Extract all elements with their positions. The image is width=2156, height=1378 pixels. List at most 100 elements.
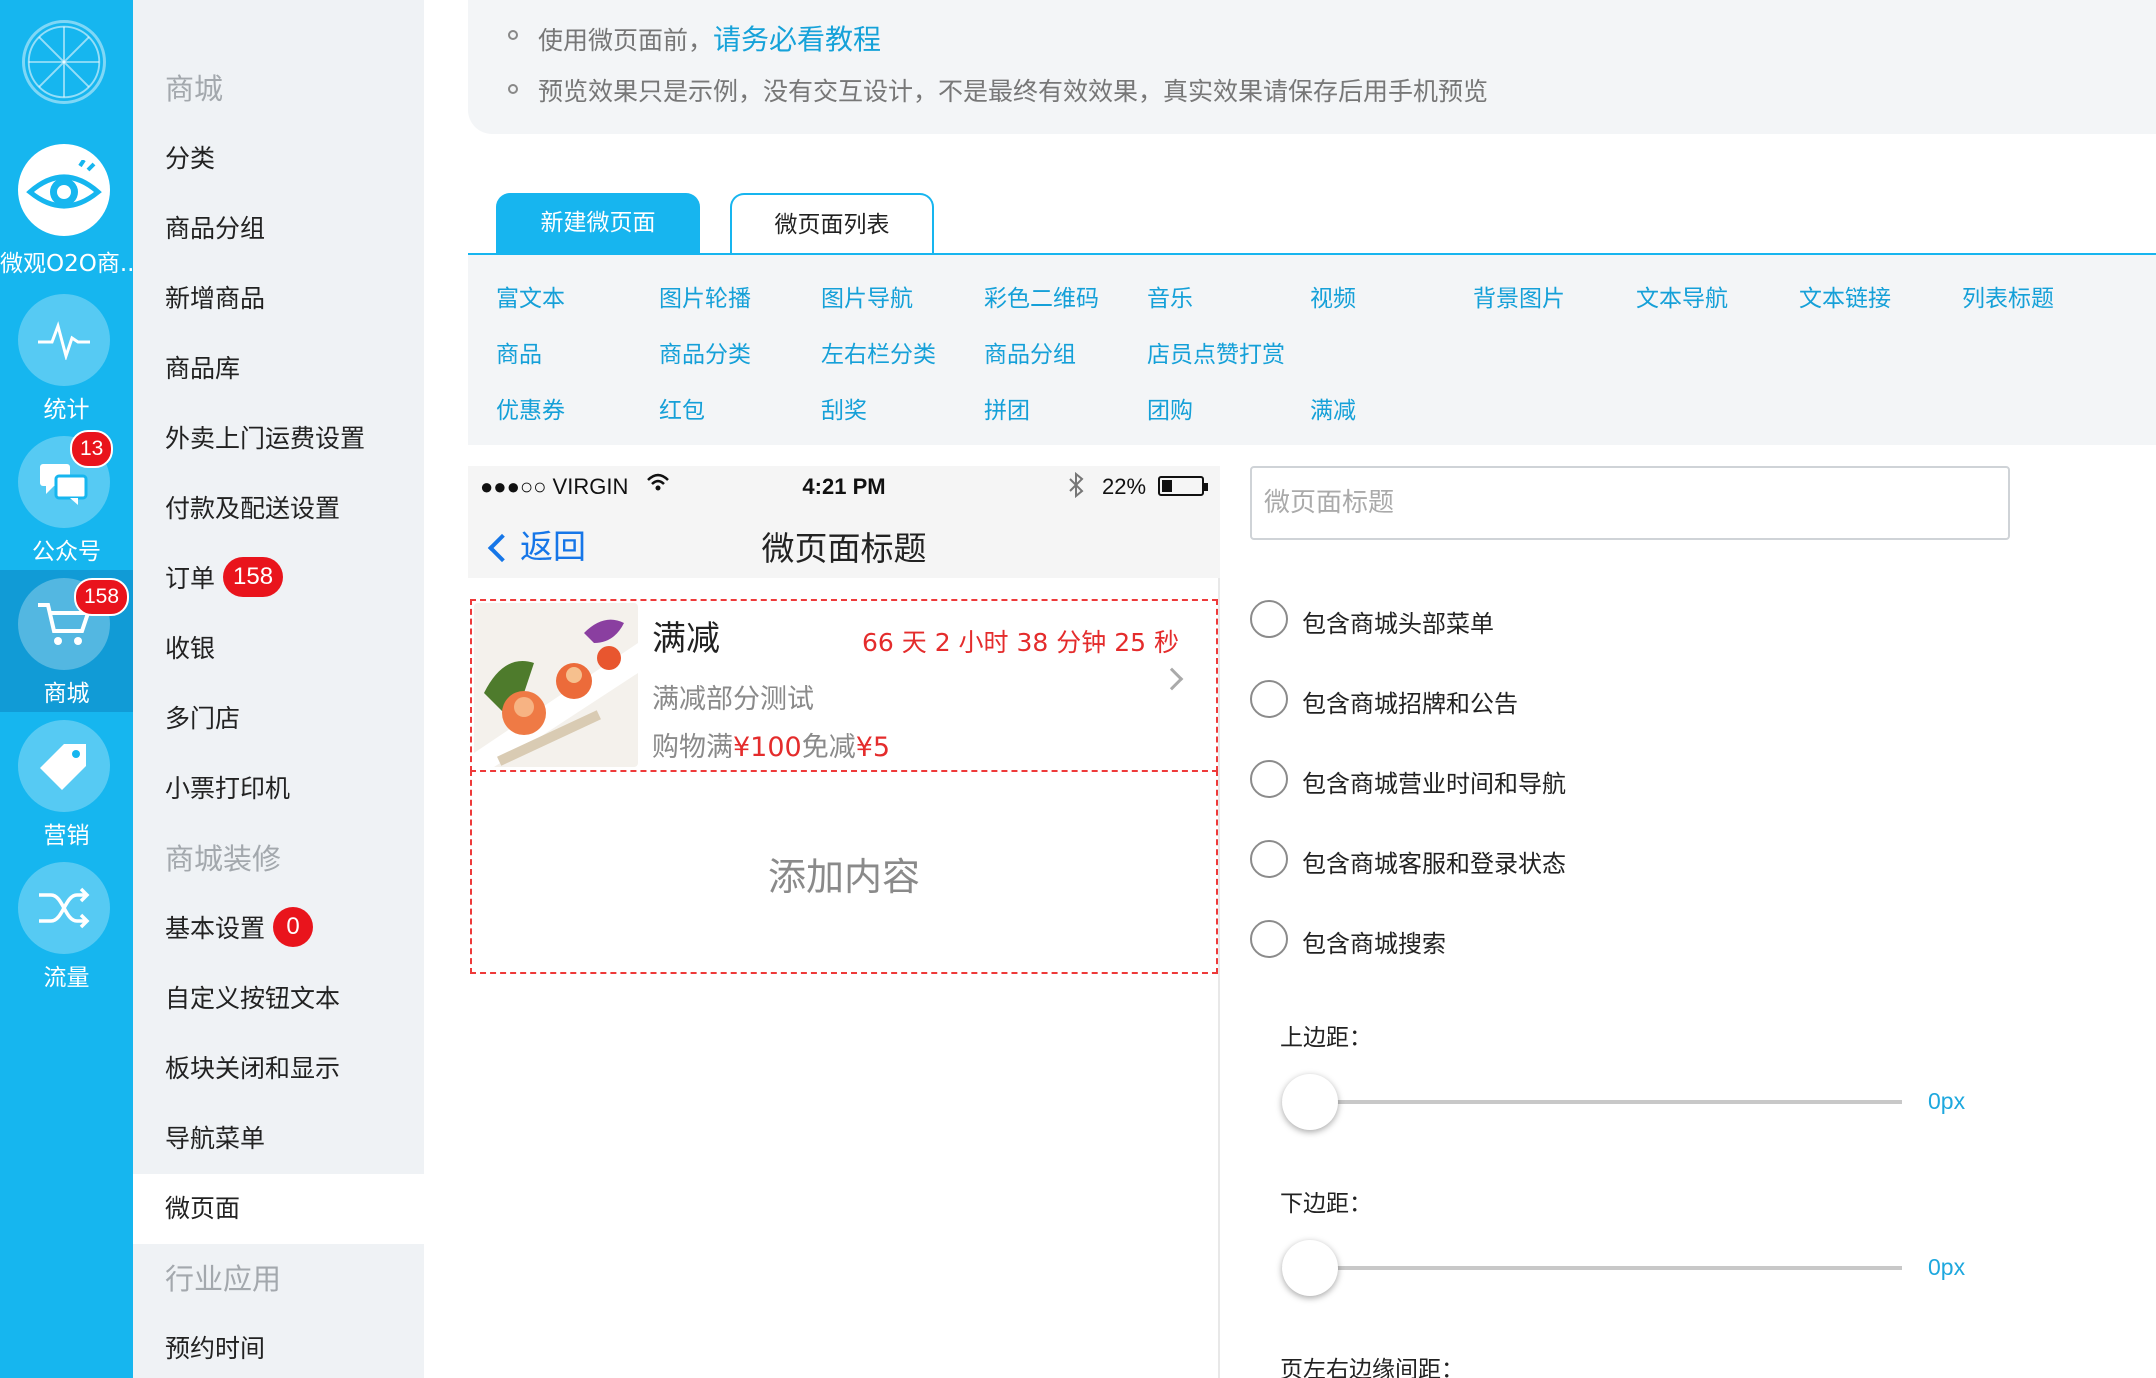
tab-micro-page-list[interactable]: 微页面列表: [730, 193, 934, 255]
top-margin-value: 0px: [1928, 1088, 1966, 1114]
order-count-badge: 158: [223, 557, 284, 597]
notification-badge: 13: [70, 430, 114, 468]
pulse-icon: [18, 294, 110, 386]
phone-status-bar: ●●●○○ VIRGIN 4:21 PM 22%: [468, 466, 1220, 508]
widget-scratch-card[interactable]: 刮奖: [821, 391, 867, 425]
card-title: 满减: [652, 619, 720, 659]
widget-product-group[interactable]: 商品分组: [984, 335, 1076, 369]
bluetooth-icon: [1068, 471, 1084, 504]
menu-item-cashier[interactable]: 收银: [133, 614, 424, 684]
widget-full-reduction[interactable]: 满减: [1310, 391, 1356, 425]
mall-menu: 商城 分类 商品分组 新增商品 商品库 外卖上门运费设置 付款及配送设置 订单 1…: [133, 0, 424, 1378]
food-thumbnail: [474, 603, 638, 767]
rail-label: 流量: [43, 965, 90, 991]
option-label: 包含商城头部菜单: [1302, 610, 1494, 638]
widget-list-title[interactable]: 列表标题: [1962, 279, 2054, 313]
battery-percent: 22%: [1102, 474, 1147, 499]
rail-label: 微观O2O商...: [0, 251, 133, 277]
bottom-margin-slider-handle[interactable]: [1282, 1240, 1338, 1296]
menu-item-receipt-printer[interactable]: 小票打印机: [133, 754, 424, 824]
menu-item-custom-button-text[interactable]: 自定义按钮文本: [133, 964, 424, 1034]
offer-text: 购物满¥100免减¥5: [652, 725, 890, 764]
full-reduction-card[interactable]: 满减 66 天 2 小时 38 分钟 25 秒 满减部分测试 购物满¥100免减…: [470, 599, 1218, 772]
top-margin-slider[interactable]: [1282, 1100, 1902, 1104]
menu-item-delivery-fee[interactable]: 外卖上门运费设置: [133, 404, 424, 474]
widget-text-nav[interactable]: 文本导航: [1636, 279, 1728, 313]
menu-item-payment-delivery[interactable]: 付款及配送设置: [133, 474, 424, 544]
offer-prefix: 购物满: [652, 732, 733, 763]
option-label: 包含商城营业时间和导航: [1302, 770, 1566, 798]
menu-item-category[interactable]: 分类: [133, 124, 424, 194]
widget-color-qrcode[interactable]: 彩色二维码: [984, 279, 1099, 313]
widget-image-carousel[interactable]: 图片轮播: [659, 279, 751, 313]
phone-page-title: 微页面标题: [761, 529, 927, 568]
radio-button[interactable]: [1250, 680, 1288, 718]
widget-staff-tip[interactable]: 店员点赞打赏: [1147, 335, 1285, 369]
phone-nav-bar: 返回 微页面标题: [468, 508, 1220, 578]
rail-label: 营销: [43, 823, 90, 849]
countdown-timer: 66 天 2 小时 38 分钟 25 秒: [862, 628, 1179, 657]
wheel-logo-icon: [22, 20, 106, 104]
phone-preview: ●●●○○ VIRGIN 4:21 PM 22% 返回 微页面标题 满减 66 …: [468, 466, 1220, 1378]
widget-two-column-category[interactable]: 左右栏分类: [821, 335, 936, 369]
notification-badge: 158: [74, 578, 130, 616]
option-label: 包含商城客服和登录状态: [1302, 850, 1566, 878]
notice-text: 预览效果只是示例，没有交互设计，不是最终有效效果，真实效果请保存后用手机预览: [538, 77, 1489, 106]
chevron-right-icon: [1160, 667, 1184, 691]
menu-item-block-visibility[interactable]: 板块关闭和显示: [133, 1034, 424, 1104]
menu-item-label: 订单: [165, 564, 216, 593]
widget-music[interactable]: 音乐: [1147, 279, 1193, 313]
radio-button[interactable]: [1250, 920, 1288, 958]
menu-item-booking-time[interactable]: 预约时间: [133, 1314, 424, 1378]
menu-item-multi-store[interactable]: 多门店: [133, 684, 424, 754]
rail-item-app[interactable]: 微观O2O商...: [0, 140, 133, 282]
menu-item-product-library[interactable]: 商品库: [133, 334, 424, 404]
widget-coupon[interactable]: 优惠券: [496, 391, 565, 425]
rail-label: 统计: [43, 397, 90, 423]
widget-group-deal[interactable]: 拼团: [984, 391, 1030, 425]
widget-image-nav[interactable]: 图片导航: [821, 279, 913, 313]
bottom-margin-label: 下边距：: [1280, 1191, 1372, 1217]
rail-item-traffic[interactable]: 流量: [0, 854, 133, 996]
add-content-label: 添加内容: [767, 855, 920, 899]
menu-item-product-group[interactable]: 商品分组: [133, 194, 424, 264]
tab-new-micro-page[interactable]: 新建微页面: [496, 193, 700, 255]
add-content-area[interactable]: 添加内容: [470, 770, 1218, 974]
widget-group-buy[interactable]: 团购: [1147, 391, 1193, 425]
rail-item-stats[interactable]: 统计: [0, 286, 133, 428]
top-margin-slider-handle[interactable]: [1282, 1074, 1338, 1130]
widget-text-link[interactable]: 文本链接: [1799, 279, 1891, 313]
radio-button[interactable]: [1250, 840, 1288, 878]
menu-item-basic-settings[interactable]: 基本设置 0: [133, 894, 424, 964]
tutorial-link[interactable]: 请务必看教程: [713, 23, 881, 56]
app-rail: 微观O2O商... 统计 13 公众号 158 商城 营销 流量: [0, 0, 133, 1378]
widget-video[interactable]: 视频: [1310, 279, 1356, 313]
menu-item-orders[interactable]: 订单 158: [133, 544, 424, 614]
shuffle-icon: [18, 862, 110, 954]
widget-product-category[interactable]: 商品分类: [659, 335, 751, 369]
radio-button[interactable]: [1250, 600, 1288, 638]
widget-panel: 富文本 图片轮播 图片导航 彩色二维码 音乐 视频 背景图片 文本导航 文本链接…: [468, 255, 2156, 445]
battery-icon: [1158, 476, 1208, 496]
widget-rich-text[interactable]: 富文本: [496, 279, 565, 313]
offer-mid: 免减: [801, 732, 856, 763]
widget-red-packet[interactable]: 红包: [659, 391, 705, 425]
main-content: 使用微页面前，请务必看教程 预览效果只是示例，没有交互设计，不是最终有效效果，真…: [424, 0, 2156, 1378]
bullet-icon: [508, 30, 518, 40]
radio-button[interactable]: [1250, 760, 1288, 798]
eye-logo-icon: [18, 144, 110, 236]
widget-background-image[interactable]: 背景图片: [1473, 279, 1565, 313]
rail-item-mall[interactable]: 158 商城: [0, 570, 133, 712]
bottom-margin-slider[interactable]: [1282, 1266, 1902, 1270]
menu-item-add-product[interactable]: 新增商品: [133, 264, 424, 334]
menu-item-nav-menu[interactable]: 导航菜单: [133, 1104, 424, 1174]
offer-amount: ¥100: [733, 732, 802, 763]
settings-badge: 0: [273, 907, 314, 947]
rail-item-official-account[interactable]: 13 公众号: [0, 428, 133, 570]
option-label: 包含商城搜索: [1302, 930, 1446, 958]
menu-item-label: 基本设置: [165, 914, 266, 943]
widget-product[interactable]: 商品: [496, 335, 542, 369]
page-title-input[interactable]: [1250, 466, 2010, 540]
rail-item-marketing[interactable]: 营销: [0, 712, 133, 854]
menu-item-micro-page[interactable]: 微页面: [133, 1174, 424, 1244]
